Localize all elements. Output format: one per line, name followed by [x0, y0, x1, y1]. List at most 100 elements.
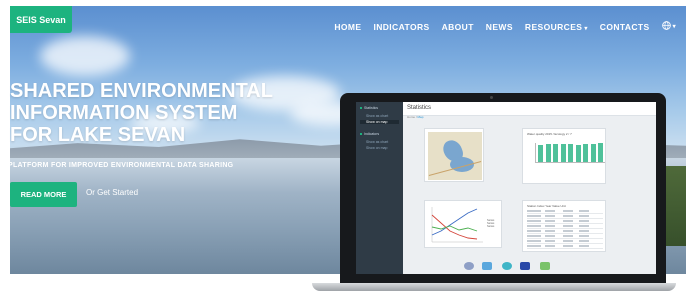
table-cell: [527, 225, 541, 227]
table-row: [527, 223, 603, 224]
nav-indicators-label: INDICATORS: [373, 21, 430, 32]
nav-home[interactable]: HOME: [334, 22, 361, 32]
table-cell: [545, 220, 555, 222]
line-chart-card: Series Series Series: [424, 200, 502, 248]
breadcrumb: Home / Map: [407, 115, 424, 119]
nav-about-label: ABOUT: [441, 21, 474, 32]
table-cell: [563, 220, 573, 222]
bar-chart-title: Water quality 2015 / Ecology 2 / 7: [527, 132, 572, 136]
bar-chart-bar: [545, 144, 551, 162]
table-cell: [527, 210, 541, 212]
table-cell: [579, 210, 589, 212]
table-row: [527, 238, 603, 239]
hero-title-line: SHARED ENVIRONMENTAL: [10, 80, 273, 102]
bar-chart: [535, 143, 605, 163]
table-cell: [579, 230, 589, 232]
nav-indicators[interactable]: INDICATORS: [373, 22, 429, 32]
get-started-link[interactable]: Or Get Started: [86, 188, 138, 197]
map-card: [424, 128, 484, 182]
eu-flag-icon: [520, 262, 530, 270]
line-chart: [431, 207, 483, 243]
partner-logo-icon: [464, 262, 474, 270]
bar-chart-bar: [560, 143, 566, 162]
table-cell: [579, 220, 589, 222]
bar-chart-bar: [575, 144, 581, 162]
table-cell: [563, 210, 573, 212]
table-cell: [579, 225, 589, 227]
table-row: [527, 248, 603, 249]
hero-title: SHARED ENVIRONMENTAL INFORMATION SYSTEM …: [10, 80, 273, 146]
table-cell: [579, 240, 589, 242]
laptop-base: [312, 283, 676, 291]
hero-title-line: FOR LAKE SEVAN: [10, 124, 186, 146]
bar-chart-bar: [568, 144, 573, 162]
screen-sidebar-item: Show on map: [366, 146, 388, 150]
table-cell: [527, 230, 541, 232]
language-dropdown[interactable]: ▾: [661, 21, 676, 32]
screen-sidebar: Statistics Show as chart Show on map Ind…: [356, 102, 403, 274]
nav-resources-label: RESOURCES: [524, 21, 583, 32]
table-cell: [545, 245, 555, 247]
partner-logo-icon: [540, 262, 550, 270]
table-cell: [579, 215, 589, 217]
table-cell: [563, 230, 573, 232]
screen-sidebar-item: Show as chart: [366, 114, 389, 118]
screen-header: [403, 102, 656, 116]
table-card: Station Index Year Value Unit: [522, 200, 606, 252]
nav-home-label: HOME: [334, 21, 362, 32]
table-header: Station Index Year Value Unit: [527, 204, 566, 208]
nav-about[interactable]: ABOUT: [442, 22, 474, 32]
nav-news-label: NEWS: [485, 21, 513, 32]
hero-subtitle: PLATFORM FOR IMPROVED ENVIRONMENTAL DATA…: [8, 162, 234, 169]
lake-map: [428, 132, 482, 180]
bar-chart-bar: [553, 144, 558, 162]
table-cell: [545, 235, 555, 237]
table-cell: [563, 235, 573, 237]
table-cell: [545, 225, 555, 227]
table-cell: [563, 215, 573, 217]
table-cell: [563, 245, 573, 247]
screen-sidebar-item: Statistics: [360, 106, 378, 110]
table-cell: [527, 245, 541, 247]
table-cell: [579, 245, 589, 247]
table-cell: [527, 215, 541, 217]
table-cell: [545, 215, 555, 217]
bar-chart-bar: [538, 145, 543, 162]
screen-title: Statistics: [407, 105, 432, 111]
globe-icon: [661, 21, 671, 32]
hero-title-line: INFORMATION SYSTEM: [10, 102, 238, 124]
table-row: [527, 243, 603, 244]
nav-contacts[interactable]: CONTACTS: [600, 22, 650, 32]
table-row: [527, 218, 603, 219]
table-cell: [579, 235, 589, 237]
table-cell: [563, 240, 573, 242]
table-row: [527, 228, 603, 229]
main-nav: HOME INDICATORS ABOUT NEWS RESOURCES ▾ CO…: [334, 21, 676, 32]
chevron-down-icon: ▾: [672, 24, 676, 30]
camera-icon: [490, 96, 493, 99]
partner-logo-icon: [502, 262, 512, 270]
site-logo[interactable]: SEIS Sevan: [10, 6, 72, 33]
table-cell: [545, 230, 555, 232]
table-row: [527, 213, 603, 214]
table-row: [527, 233, 603, 234]
partner-logo-icon: [482, 262, 492, 270]
table-cell: [527, 235, 541, 237]
bar-chart-bar: [590, 144, 596, 162]
table-cell: [545, 240, 555, 242]
laptop-screen: Statistics Show as chart Show on map Ind…: [356, 102, 656, 274]
read-more-button[interactable]: READ MORE: [10, 182, 77, 207]
screen-sidebar-item: Indicators: [360, 132, 379, 136]
nav-resources-dropdown[interactable]: RESOURCES ▾: [525, 22, 588, 32]
bar-chart-bar: [598, 143, 603, 162]
screen-sidebar-item: Show as chart: [366, 140, 389, 144]
table-cell: [527, 240, 541, 242]
nav-news[interactable]: NEWS: [486, 22, 513, 32]
nav-contacts-label: CONTACTS: [599, 21, 650, 32]
table-cell: [527, 220, 541, 222]
screen-sidebar-item: Show on map: [360, 120, 399, 124]
bar-chart-card: Water quality 2015 / Ecology 2 / 7: [522, 128, 606, 184]
bar-chart-bar: [583, 143, 588, 162]
table-cell: [563, 225, 573, 227]
line-chart-legend: Series Series Series: [487, 219, 495, 228]
